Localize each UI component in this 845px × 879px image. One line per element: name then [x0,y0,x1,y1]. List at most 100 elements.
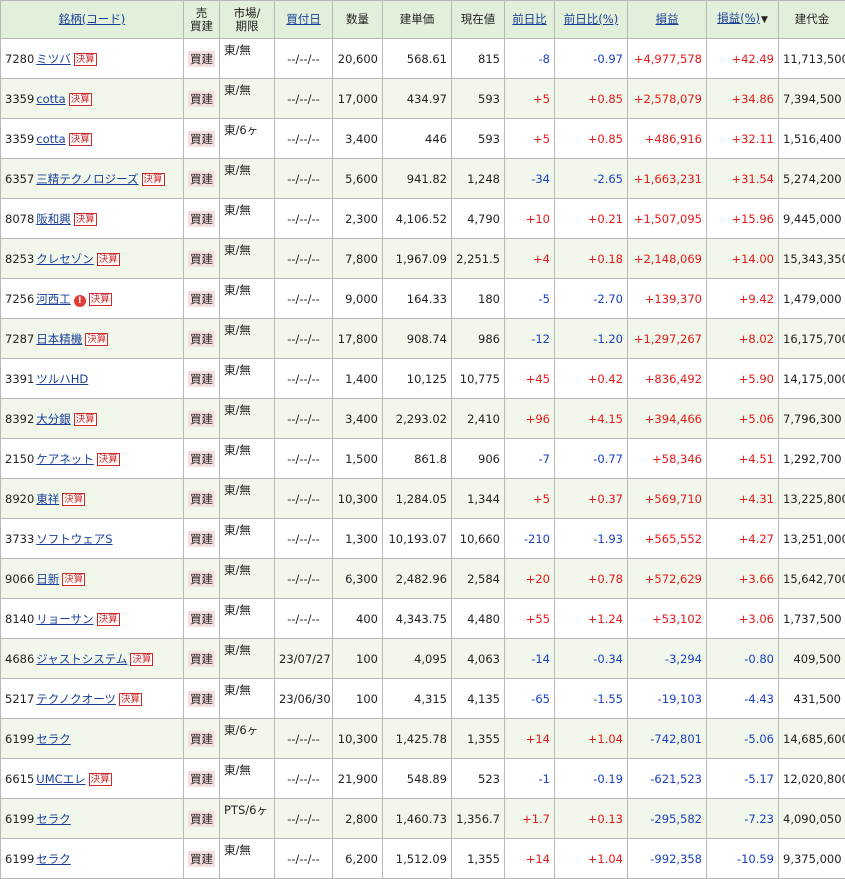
cell-pnl-pct: +4.27 [707,519,779,559]
col-header-day-change[interactable]: 前日比 [505,1,555,39]
cell-day-change-pct: +4.15 [555,399,628,439]
stock-name-link[interactable]: 三精テクノロジーズ [36,172,138,186]
stock-name-link[interactable]: ミツバ [36,52,71,66]
stock-name-link[interactable]: ケアネット [36,452,94,466]
earnings-badge[interactable]: 決算 [130,653,153,666]
cell-pnl: -621,523 [628,759,707,799]
earnings-badge[interactable]: 決算 [69,93,92,106]
cell-unit-price: 4,343.75 [383,599,452,639]
cell-type: 買建 [184,679,220,719]
cell-type: 買建 [184,479,220,519]
earnings-badge[interactable]: 決算 [69,133,92,146]
stock-name-link[interactable]: ツルハHD [36,372,88,386]
earnings-badge[interactable]: 決算 [97,613,120,626]
earnings-badge[interactable]: 決算 [85,333,108,346]
col-header-buy-date[interactable]: 買付日 [275,1,333,39]
cell-market: 東/無 [220,839,275,879]
cell-name: 3359cotta 決算 [1,119,184,159]
cell-name: 6615UMCエレ決算 [1,759,184,799]
stock-name-link[interactable]: 河西工 [36,292,71,306]
stock-name-link[interactable]: ソフトウェアS [36,532,112,546]
stock-name-link[interactable]: ジャストシステム [36,652,127,666]
cell-quantity: 3,400 [333,119,383,159]
col-header-name[interactable]: 銘柄(コード) [1,1,184,39]
earnings-badge[interactable]: 決算 [97,453,120,466]
cell-unit-price: 164.33 [383,279,452,319]
cell-quantity: 21,900 [333,759,383,799]
cell-buy-date: --/--/-- [275,279,333,319]
cell-pnl-pct: +3.06 [707,599,779,639]
cell-market: 東/無 [220,439,275,479]
stock-name-link[interactable]: UMCエレ [36,772,85,786]
cell-pnl-pct: +31.54 [707,159,779,199]
earnings-badge[interactable]: 決算 [74,413,97,426]
cell-pnl: +53,102 [628,599,707,639]
col-header-day-change-pct[interactable]: 前日比(%) [555,1,628,39]
cell-position-value: 7,394,500 [779,79,845,119]
cell-name: 3733ソフトウェアS [1,519,184,559]
table-row: 7280ミツバ決算買建東/無--/--/--20,600568.61815-8-… [1,39,845,79]
cell-buy-date: --/--/-- [275,759,333,799]
stock-name-link[interactable]: クレセゾン [36,252,94,266]
stock-name-link[interactable]: 大分銀 [36,412,71,426]
stock-name-link[interactable]: リョーサン [36,612,93,626]
stock-name-link[interactable]: cotta [36,132,65,146]
cell-unit-price: 1,512.09 [383,839,452,879]
stock-name-link[interactable]: cotta [36,92,65,106]
stock-name-link[interactable]: テクノクオーツ [36,692,116,706]
cell-day-change: -14 [505,639,555,679]
stock-name-link[interactable]: 東祥 [36,492,59,506]
alert-icon[interactable]: ! [74,295,86,307]
cell-day-change: -12 [505,319,555,359]
earnings-badge[interactable]: 決算 [142,173,165,186]
cell-pnl: +139,370 [628,279,707,319]
cell-day-change-pct: +0.85 [555,119,628,159]
table-row: 8253クレセゾン決算買建東/無--/--/--7,8001,967.092,2… [1,239,845,279]
earnings-badge[interactable]: 決算 [89,293,112,306]
col-header-current-price: 現在値 [452,1,505,39]
earnings-badge[interactable]: 決算 [89,773,112,786]
stock-name-link[interactable]: セラク [36,812,71,826]
earnings-badge[interactable]: 決算 [74,53,97,66]
cell-market: 東/無 [220,359,275,399]
position-type: 買建 [188,51,215,67]
cell-pnl: +1,297,267 [628,319,707,359]
stock-name-link[interactable]: 日本精機 [36,332,82,346]
stock-code: 4686 [5,652,34,666]
stock-name-link[interactable]: 阪和興 [36,212,71,226]
stock-name-link[interactable]: 日新 [36,572,59,586]
stock-name-link[interactable]: セラク [36,852,71,866]
position-type: 買建 [188,851,215,867]
table-row: 6199セラク買建PTS/6ヶ--/--/--2,8001,460.731,35… [1,799,845,839]
earnings-badge[interactable]: 決算 [97,253,120,266]
col-header-pnl[interactable]: 損益 [628,1,707,39]
cell-quantity: 17,800 [333,319,383,359]
cell-current-price: 523 [452,759,505,799]
stock-code: 8140 [5,612,34,626]
cell-type: 買建 [184,559,220,599]
cell-pnl: -295,582 [628,799,707,839]
earnings-badge[interactable]: 決算 [62,573,85,586]
cell-name: 7256河西工!決算 [1,279,184,319]
cell-type: 買建 [184,599,220,639]
stock-code: 3359 [5,132,34,146]
cell-unit-price: 2,293.02 [383,399,452,439]
cell-position-value: 1,516,400 [779,119,845,159]
position-type: 買建 [188,691,215,707]
cell-current-price: 2,410 [452,399,505,439]
col-header-pnl-pct[interactable]: 損益(%) [717,11,760,25]
earnings-badge[interactable]: 決算 [74,213,97,226]
position-type: 買建 [188,531,215,547]
cell-day-change-pct: +0.78 [555,559,628,599]
cell-pnl: +2,148,069 [628,239,707,279]
cell-current-price: 2,251.5 [452,239,505,279]
earnings-badge[interactable]: 決算 [62,493,85,506]
cell-type: 買建 [184,319,220,359]
cell-day-change-pct: +0.37 [555,479,628,519]
cell-buy-date: --/--/-- [275,199,333,239]
cell-buy-date: --/--/-- [275,79,333,119]
earnings-badge[interactable]: 決算 [119,693,142,706]
cell-day-change: +96 [505,399,555,439]
cell-quantity: 2,800 [333,799,383,839]
stock-name-link[interactable]: セラク [36,732,71,746]
